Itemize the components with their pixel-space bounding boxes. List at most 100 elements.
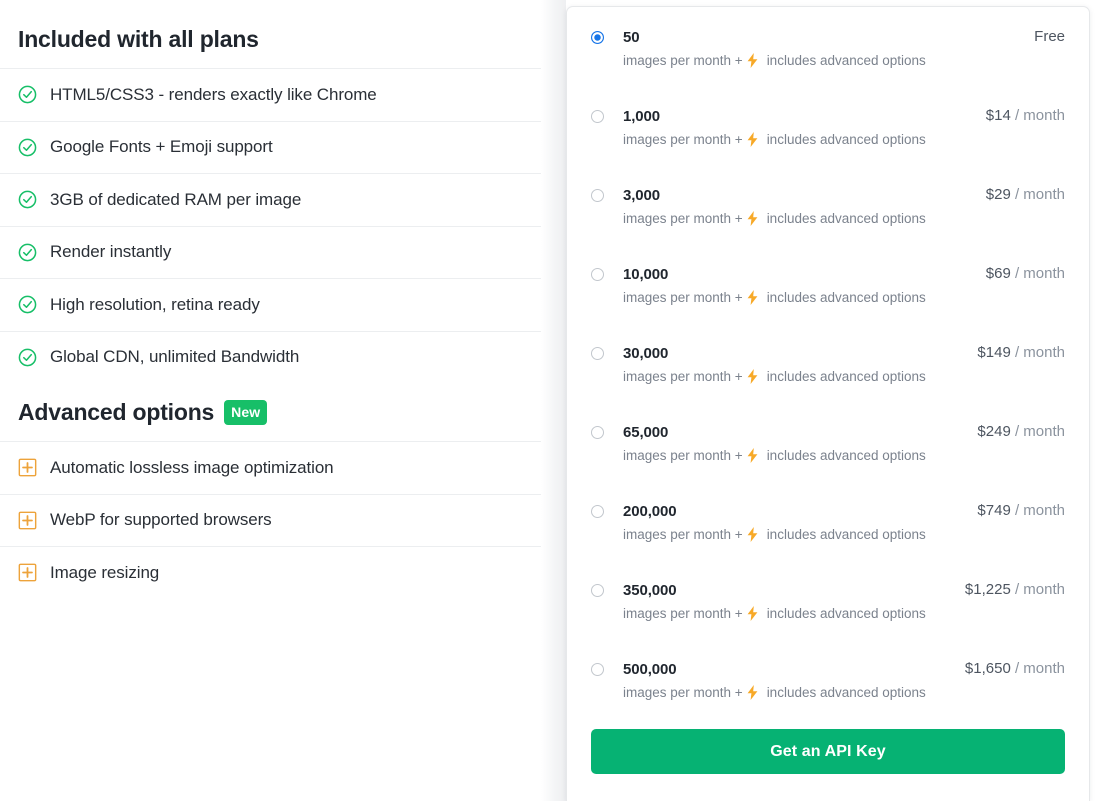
plan-price: $1,650 / month [965, 658, 1065, 680]
plan-option-row[interactable]: 65,000 $249 / month images per month + incl… [591, 421, 1065, 500]
plus-box-icon [18, 563, 37, 582]
plan-subtext-prefix: images per month + [623, 290, 743, 305]
pricing-page: Included with all plans HTML5/CSS3 - ren… [0, 0, 1108, 801]
check-circle-icon [18, 85, 37, 104]
lightning-bolt-icon [747, 132, 758, 147]
plan-quantity: 50 [623, 28, 640, 46]
plan-subtext-suffix: includes advanced options [766, 132, 926, 147]
plan-radio-button[interactable] [591, 662, 604, 676]
plan-quantity: 30,000 [623, 344, 669, 362]
plan-subtext-prefix: images per month + [623, 448, 743, 463]
included-heading-text: Included with all plans [18, 25, 259, 52]
feature-label: HTML5/CSS3 - renders exactly like Chrome [50, 84, 377, 104]
plan-option-row[interactable]: 350,000 $1,225 / month images per month + i… [591, 579, 1065, 658]
plus-box-icon [18, 458, 37, 477]
check-circle-icon [18, 190, 37, 209]
advanced-features-list: Automatic lossless image optimization Web… [0, 441, 541, 599]
included-features-list: HTML5/CSS3 - renders exactly like Chrome… [0, 68, 541, 383]
column-divider-shade [541, 0, 566, 801]
plan-price-amount: $69 [985, 265, 1011, 282]
plan-option-row[interactable]: 50 Free images per month + includes advance… [591, 26, 1065, 105]
plan-price-amount: $14 [985, 107, 1011, 124]
feature-label: Google Fonts + Emoji support [50, 137, 273, 157]
feature-row: Automatic lossless image optimization [0, 441, 541, 494]
plan-subtext-suffix: includes advanced options [766, 606, 926, 621]
plan-subtext-prefix: images per month + [623, 606, 743, 621]
feature-label: 3GB of dedicated RAM per image [50, 189, 302, 209]
plan-price-period: / month [1010, 660, 1065, 677]
plan-subtext-prefix: images per month + [623, 527, 743, 542]
plan-radio-button[interactable] [591, 267, 604, 281]
plan-subtext: images per month + includes advanced opti… [623, 53, 1065, 68]
lightning-bolt-icon [747, 211, 758, 226]
feature-row: Image resizing [0, 546, 541, 599]
plan-radio-button[interactable] [591, 425, 604, 439]
plan-price-amount: $1,650 [964, 660, 1011, 677]
plan-quantity: 200,000 [623, 502, 677, 520]
feature-row: Google Fonts + Emoji support [0, 120, 541, 174]
plan-price: $749 / month [977, 500, 1065, 522]
plan-subtext: images per month + includes advanced opti… [623, 369, 1065, 384]
plan-quantity: 65,000 [623, 423, 669, 441]
plan-subtext: images per month + includes advanced opti… [623, 685, 1065, 700]
feature-label: Image resizing [50, 562, 160, 582]
plan-subtext: images per month + includes advanced opti… [623, 606, 1065, 621]
plan-radio-button[interactable] [591, 109, 604, 123]
lightning-bolt-icon [747, 369, 758, 384]
plan-quantity: 10,000 [623, 265, 669, 283]
feature-label: Automatic lossless image optimization [50, 457, 334, 477]
plan-option-row[interactable]: 500,000 $1,650 / month images per month + i… [591, 658, 1065, 720]
lightning-bolt-icon [747, 606, 758, 621]
advanced-heading: Advanced options New [0, 383, 541, 441]
plan-subtext: images per month + includes advanced opti… [623, 290, 1065, 305]
plan-price-period: / month [1010, 344, 1065, 361]
plan-radio-button[interactable] [591, 504, 604, 518]
plan-options-list[interactable]: 50 Free images per month + includes advance… [567, 7, 1089, 720]
lightning-bolt-icon [747, 53, 758, 68]
plan-option-row[interactable]: 3,000 $29 / month images per month + includ… [591, 184, 1065, 263]
plan-quantity: 500,000 [623, 660, 677, 678]
plan-subtext-prefix: images per month + [623, 211, 743, 226]
plan-price-amount: $249 [977, 423, 1011, 440]
get-api-key-button[interactable]: Get an API Key [591, 729, 1065, 774]
feature-label: Render instantly [50, 242, 172, 262]
plan-option-row[interactable]: 200,000 $749 / month images per month + inc… [591, 500, 1065, 579]
plan-price-period: / month [1010, 107, 1065, 124]
check-circle-icon [18, 138, 37, 157]
check-circle-icon [18, 295, 37, 314]
feature-row: HTML5/CSS3 - renders exactly like Chrome [0, 68, 541, 121]
plan-quantity: 1,000 [623, 107, 661, 125]
plus-box-icon [18, 511, 37, 530]
plan-subtext-prefix: images per month + [623, 132, 743, 147]
plan-option-row[interactable]: 30,000 $149 / month images per month + incl… [591, 342, 1065, 421]
lightning-bolt-icon [747, 290, 758, 305]
plan-subtext-prefix: images per month + [623, 369, 743, 384]
feature-row: 3GB of dedicated RAM per image [0, 173, 541, 226]
plan-price-amount: $749 [977, 502, 1011, 519]
lightning-bolt-icon [747, 527, 758, 542]
plan-radio-button[interactable] [591, 583, 604, 597]
plan-radio-button[interactable] [591, 188, 604, 202]
plan-radio-button[interactable] [591, 30, 604, 44]
plan-price-amount: $29 [985, 186, 1011, 203]
advanced-heading-text: Advanced options [18, 398, 215, 425]
plan-subtext-suffix: includes advanced options [766, 685, 926, 700]
plan-option-row[interactable]: 1,000 $14 / month images per month + includ… [591, 105, 1065, 184]
feature-label: WebP for supported browsers [50, 510, 272, 530]
feature-row: WebP for supported browsers [0, 493, 541, 547]
feature-label: Global CDN, unlimited Bandwidth [50, 347, 300, 367]
plan-price-period: / month [1010, 265, 1065, 282]
plan-subtext-suffix: includes advanced options [766, 448, 926, 463]
plan-subtext: images per month + includes advanced opti… [623, 132, 1065, 147]
plan-subtext-suffix: includes advanced options [766, 369, 926, 384]
cta-container: Get an API Key [567, 720, 1089, 774]
plan-subtext-suffix: includes advanced options [766, 53, 926, 68]
plan-price-period: / month [1010, 502, 1065, 519]
check-circle-icon [18, 348, 37, 367]
plan-quantity: 350,000 [623, 581, 677, 599]
plan-price-amount: Free [1034, 28, 1065, 45]
new-badge: New [224, 399, 268, 425]
plan-price: $69 / month [986, 263, 1065, 285]
plan-option-row[interactable]: 10,000 $69 / month images per month + inclu… [591, 263, 1065, 342]
plan-radio-button[interactable] [591, 346, 604, 360]
